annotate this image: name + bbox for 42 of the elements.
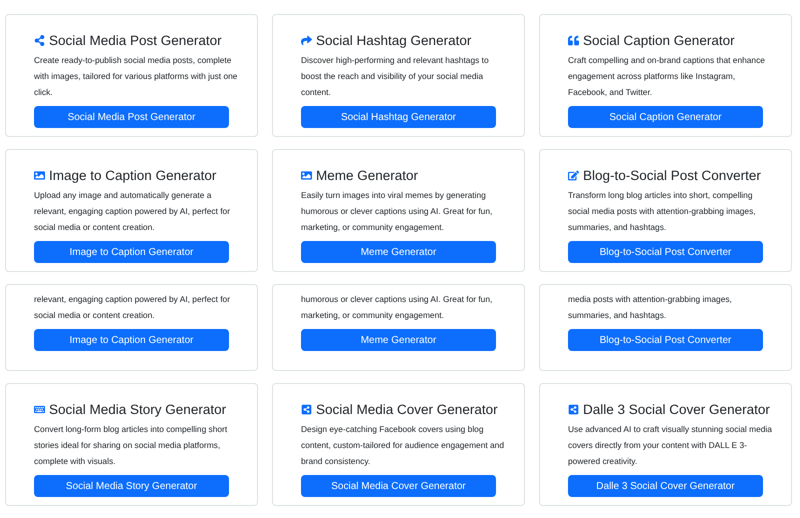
generator-button[interactable]: Image to Caption Generator [34,329,229,351]
generator-button[interactable]: Social Hashtag Generator [301,106,496,128]
share-icon [34,35,45,46]
share-icon [301,404,312,415]
share-icon [568,404,579,415]
card-title: Social Media Post Generator [49,32,222,49]
card-title: Social Media Story Generator [49,401,226,418]
generator-button[interactable]: Social Media Cover Generator [301,475,496,497]
generator-button[interactable]: Social Media Story Generator [34,475,229,497]
card-description: Create ready-to-publish social media posts, complete with images, tailored for various platforms with just one click. [34,54,238,99]
curved-arrow-icon [301,35,312,46]
quote-icon [568,35,579,46]
generator-button[interactable]: Social Media Post Generator [34,106,229,128]
card-description: Convert long-form blog articles into compelling short stories ideal for sharing on social media platforms, complete with visuals. [34,423,228,468]
image-icon [34,170,45,181]
card-description: Easily turn images into viral memes by generating humorous or clever captions using AI. Great for fun, marketing, or community engagement. [301,189,494,234]
generator-button[interactable]: Blog-to-Social Post Converter [568,329,763,351]
card-title: Social Media Cover Generator [316,401,498,418]
card-description: Craft compelling and on-brand captions that enhance engagement across platforms like Instagram, Facebook, and Twitter. [568,54,766,99]
keyboard-icon [34,404,45,415]
card-title: Social Hashtag Generator [316,32,472,49]
card-title: Image to Caption Generator [49,167,216,184]
card-title: Social Caption Generator [583,32,735,49]
edit-icon [568,170,579,181]
card-description: Use advanced AI to craft visually stunning social media covers directly from your content with DALL E 3-powered creativity. [568,423,773,468]
card-title: Blog-to-Social Post Converter [583,167,761,184]
generator-button[interactable]: Image to Caption Generator [34,241,229,263]
card-description: humorous or clever captions using AI. Great for fun, marketing, or community engagement. [301,293,494,322]
card-description: Transform long blog articles into short, compelling social media posts with attention-grabbing images, summaries, and hashtags. [568,189,757,234]
image-icon [301,170,312,181]
card-description: media posts with attention-grabbing images, summaries, and hashtags. [568,293,733,322]
card-description: Discover high-performing and relevant hashtags to boost the reach and visibility of your social media content. [301,54,490,99]
generator-button[interactable]: Meme Generator [301,329,496,351]
card-description: Upload any image and automatically generate a relevant, engaging caption powered by AI, perfect for social media or content creation. [34,189,232,234]
card-title: Dalle 3 Social Cover Generator [583,401,770,418]
generator-button[interactable]: Social Caption Generator [568,106,763,128]
generator-button[interactable]: Dalle 3 Social Cover Generator [568,475,763,497]
card-title: Meme Generator [316,167,418,184]
generator-button[interactable]: Meme Generator [301,241,496,263]
card-description: Design eye-catching Facebook covers using blog content, custom-tailored for audience engagement and brand consistency. [301,423,505,468]
card-description: relevant, engaging caption powered by AI, perfect for social media or content creation. [34,293,232,322]
generator-button[interactable]: Blog-to-Social Post Converter [568,241,763,263]
